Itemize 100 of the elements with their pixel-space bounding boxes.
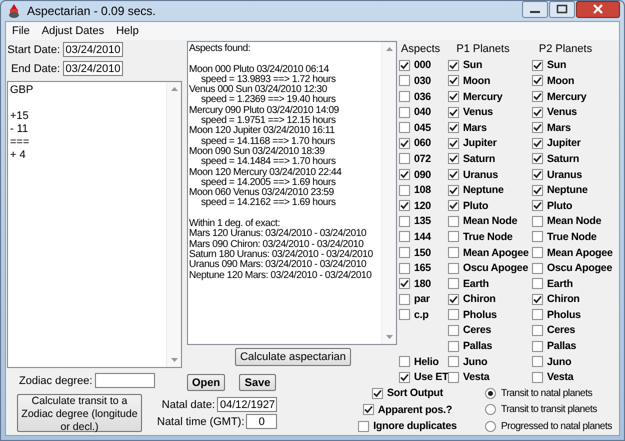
checkbox[interactable]: [532, 184, 543, 196]
checkbox[interactable]: [448, 184, 459, 196]
checkbox[interactable]: [448, 309, 459, 320]
checkbox[interactable]: [532, 91, 543, 102]
checkbox[interactable]: [399, 106, 410, 118]
checkbox[interactable]: [448, 216, 459, 227]
checkbox[interactable]: [399, 91, 410, 102]
checkbox[interactable]: [399, 60, 410, 71]
checkbox[interactable]: [448, 200, 459, 212]
checkbox[interactable]: [362, 404, 374, 416]
checkbox[interactable]: [399, 262, 410, 274]
checkbox[interactable]: [448, 247, 459, 258]
maximize-icon[interactable]: [549, 1, 575, 18]
minimize-icon[interactable]: [522, 1, 548, 18]
checkbox[interactable]: [532, 262, 543, 274]
natal-date-field[interactable]: 04/12/1927: [217, 397, 277, 412]
checkbox[interactable]: [448, 75, 459, 86]
checkbox[interactable]: [448, 262, 459, 274]
checkbox[interactable]: [448, 60, 459, 71]
checkbox[interactable]: [399, 356, 410, 368]
checkbox[interactable]: [532, 372, 543, 383]
calculate-aspectarian-button[interactable]: Calculate aspectarian: [235, 348, 351, 366]
calculate-transit-button[interactable]: Calculate transit to a Zodiac degree (longitude or decl.): [17, 394, 142, 432]
checkbox[interactable]: [448, 324, 459, 336]
aspect-line: Moon 120 Mercury 03/24/2010 22:44: [189, 168, 342, 178]
checkbox[interactable]: [399, 247, 410, 258]
checkbox-label: 000: [414, 59, 431, 72]
checkbox[interactable]: [532, 106, 543, 118]
list-item: + 4: [10, 149, 27, 162]
checkbox[interactable]: [399, 294, 410, 305]
checkbox[interactable]: [532, 324, 543, 336]
checkbox-label: 180: [414, 278, 431, 290]
radio-button[interactable]: [485, 388, 496, 399]
checkbox[interactable]: [532, 138, 543, 149]
exact-aspect-line: Mars 090 Chiron: 03/24/2010 - 03/24/2010: [189, 240, 364, 250]
close-icon[interactable]: [576, 1, 620, 18]
checkbox-label: Helio: [414, 356, 439, 368]
start-date-field[interactable]: 03/24/2010: [63, 42, 123, 57]
scroll-down-icon[interactable]: [386, 335, 392, 339]
checkbox[interactable]: [448, 278, 459, 290]
zodiac-degree-field[interactable]: [95, 373, 156, 388]
checkbox[interactable]: [399, 169, 410, 180]
checkbox[interactable]: [399, 309, 410, 320]
checkbox[interactable]: [399, 372, 410, 383]
checkbox[interactable]: [399, 153, 410, 164]
checkbox-label: Venus: [547, 106, 577, 118]
radio-button[interactable]: [485, 404, 496, 416]
checkbox[interactable]: [532, 60, 543, 71]
checkbox[interactable]: [448, 356, 459, 368]
radio-label: Progressed to natal planets: [501, 420, 612, 432]
checkbox[interactable]: [448, 153, 459, 164]
checkbox[interactable]: [399, 184, 410, 196]
checkbox[interactable]: [358, 420, 370, 432]
scroll-up-icon[interactable]: [170, 87, 178, 91]
checkbox[interactable]: [532, 294, 543, 305]
scroll-down-icon[interactable]: [170, 358, 178, 362]
checkbox[interactable]: [399, 138, 410, 149]
checkbox[interactable]: [448, 106, 459, 118]
checkbox[interactable]: [532, 340, 543, 352]
checkbox[interactable]: [532, 247, 543, 258]
checkbox[interactable]: [532, 309, 543, 320]
checkbox[interactable]: [448, 372, 459, 383]
checkbox[interactable]: [532, 231, 543, 242]
checkbox[interactable]: [399, 278, 410, 290]
list-box[interactable]: GBP +15 - 11 === + 4: [7, 81, 182, 368]
checkbox[interactable]: [532, 169, 543, 180]
checkbox[interactable]: [532, 153, 543, 164]
menu-item[interactable]: File: [12, 25, 30, 37]
checkbox[interactable]: [532, 356, 543, 368]
checkbox[interactable]: [532, 122, 543, 134]
output-text-area[interactable]: [187, 41, 397, 345]
scrollbar[interactable]: [381, 42, 396, 344]
scrollbar[interactable]: [166, 82, 181, 367]
checkbox[interactable]: [399, 200, 410, 212]
checkbox[interactable]: [399, 216, 410, 227]
checkbox[interactable]: [399, 122, 410, 134]
checkbox[interactable]: [399, 75, 410, 86]
checkbox[interactable]: [532, 216, 543, 227]
checkbox[interactable]: [448, 231, 459, 242]
menu-item[interactable]: Help: [116, 25, 139, 37]
checkbox[interactable]: [532, 278, 543, 290]
checkbox[interactable]: [448, 169, 459, 180]
menu-item[interactable]: Adjust Dates: [42, 25, 104, 37]
checkbox[interactable]: [448, 340, 459, 352]
scroll-up-icon[interactable]: [386, 47, 392, 51]
checkbox[interactable]: [448, 138, 459, 149]
checkbox-label: Venus: [463, 106, 493, 118]
speed-line: speed = 14.1168 ==> 1.70 hours: [200, 136, 336, 147]
open-button[interactable]: Open: [187, 374, 225, 391]
checkbox[interactable]: [532, 75, 543, 86]
radio-button[interactable]: [485, 420, 496, 432]
save-button[interactable]: Save: [239, 374, 276, 391]
checkbox[interactable]: [448, 91, 459, 102]
checkbox[interactable]: [532, 200, 543, 212]
checkbox[interactable]: [448, 122, 459, 134]
checkbox[interactable]: [372, 388, 383, 399]
end-date-field[interactable]: 03/24/2010: [63, 61, 123, 76]
checkbox[interactable]: [448, 294, 459, 305]
checkbox[interactable]: [399, 231, 410, 242]
natal-time-field[interactable]: 0: [246, 414, 277, 429]
